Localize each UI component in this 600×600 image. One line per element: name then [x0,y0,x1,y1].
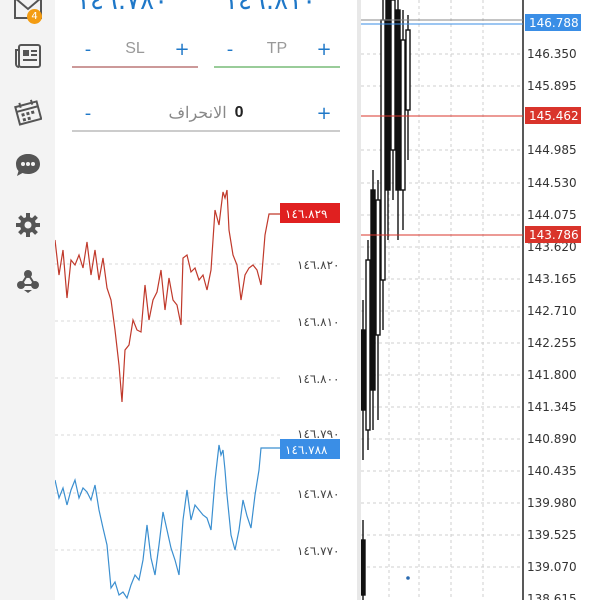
news-icon[interactable] [10,38,46,74]
candlesticks [361,0,411,600]
deviation-increase-button[interactable]: + [316,103,332,124]
ask-level-4: ١٤٦.٧٩٠ [297,427,340,441]
ask-price-tag: ١٤٦.٨٢٩ [280,203,340,223]
tick-label: 142.255 [527,336,577,350]
sl-label[interactable]: SL [125,40,145,58]
bid-price-tag: ١٤٦.٧٨٨ [280,439,340,459]
low-level-tag-text: 143.786 [529,228,579,242]
buy-price: ١٤٦.٨١٠ [224,0,317,16]
calendar-icon[interactable] [10,94,46,130]
current-price-tag-text: 146.788 [529,16,579,30]
gear-icon[interactable] [10,207,46,243]
sell-level-tag: 145.462 [525,107,581,124]
ask-level-1: ١٤٦.٨٢٠ [297,258,340,272]
chart-marker [406,576,410,580]
side-navigation: 4 [0,0,55,600]
ask-level-2: ١٤٦.٨١٠ [297,315,340,329]
mail-count-badge: 4 [27,9,42,24]
stop-loss-stepper: - SL + [72,32,198,68]
ask-tick-line [55,189,280,403]
bid-level-2: ١٤٦.٧٧٠ [297,544,340,558]
ask-price-levels: ١٤٦.٨٢٠ ١٤٦.٨١٠ ١٤٦.٨٠٠ ١٤٦.٧٩٠ [297,258,340,441]
bid-tick-line [55,444,280,600]
current-price-tag: 146.788 [525,14,581,31]
tick-label: 141.345 [527,400,577,414]
deviation-stepper: - الانحراف 0 + [72,96,340,132]
tick-label: 139.070 [527,560,577,574]
low-level-tag: 143.786 [525,226,581,243]
bid-price-tag-text: ١٤٦.٧٨٨ [285,443,328,457]
bid-level-1: ١٤٦.٧٨٠ [297,487,340,501]
mail-icon[interactable]: 4 [10,0,46,26]
take-profit-stepper: - TP + [214,32,340,68]
tick-label: 144.075 [527,208,577,222]
tick-label: 138.615 [527,592,577,600]
tick-label: 141.800 [527,368,577,382]
tick-label: 144.530 [527,176,577,190]
tick-label: 144.985 [527,143,577,157]
tick-label: 139.525 [527,528,577,542]
tick-charts: ١٤٦.٨٢٠ ١٤٦.٨١٠ ١٤٦.٨٠٠ ١٤٦.٧٩٠ ١٤٦.٧٨٠ … [55,189,340,600]
tick-label: 140.435 [527,464,577,478]
main-price-chart[interactable]: 146.350 145.895 144.985 144.530 144.075 … [361,0,600,600]
chat-icon[interactable] [10,147,46,183]
tick-label: 143.165 [527,272,577,286]
ask-price-tag-text: ١٤٦.٨٢٩ [285,207,328,221]
deviation-label: الانحراف [168,105,227,122]
tick-label: 142.710 [527,304,577,318]
tick-label: 145.895 [527,79,577,93]
deviation-value[interactable]: 0 [235,104,244,122]
tick-chart-grid [55,263,280,551]
tp-increase-button[interactable]: + [316,39,332,60]
price-axis-ticks: 146.350 145.895 144.985 144.530 144.075 … [527,47,577,600]
bid-price-levels: ١٤٦.٧٨٠ ١٤٦.٧٧٠ [297,487,340,558]
sell-price: ١٤٦.٧٨٠ [76,0,169,16]
sl-increase-button[interactable]: + [174,39,190,60]
sell-level-tag-text: 145.462 [529,109,579,123]
tp-decrease-button[interactable]: - [222,39,238,60]
tick-label: 146.350 [527,47,577,61]
tick-label: 139.980 [527,496,577,510]
community-icon[interactable] [10,263,46,299]
sl-decrease-button[interactable]: - [80,39,96,60]
deviation-decrease-button[interactable]: - [80,103,96,124]
tp-label[interactable]: TP [267,40,287,58]
tick-label: 140.890 [527,432,577,446]
ask-level-3: ١٤٦.٨٠٠ [297,372,340,386]
